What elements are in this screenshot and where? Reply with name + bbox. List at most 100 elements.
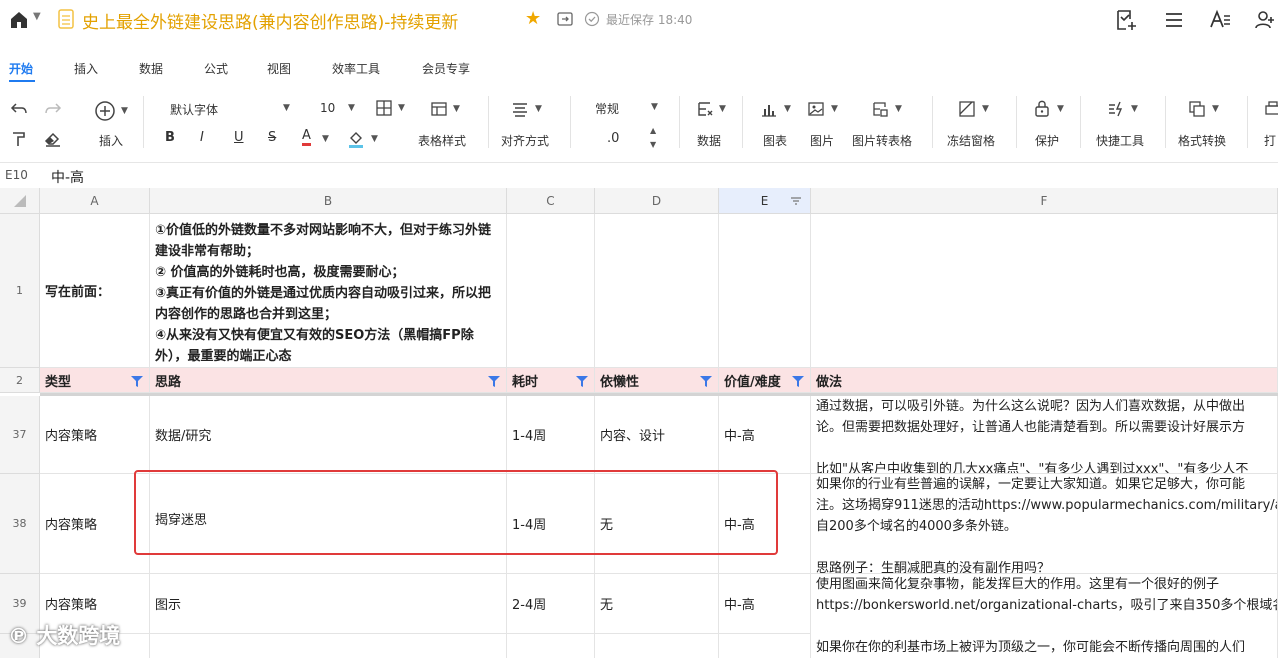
column-header-c[interactable]: C (507, 188, 595, 214)
star-icon[interactable]: ★ (525, 8, 541, 29)
cell-f39[interactable]: 使用图画来简化复杂事物，能发挥巨大的作用。这里有一个很好的例子 https://… (811, 574, 1278, 658)
row-header[interactable]: 2 (0, 368, 40, 393)
chart-caret-icon[interactable]: ▼ (784, 104, 791, 114)
chart-button[interactable]: 图表 (763, 132, 787, 149)
text-style-icon[interactable] (1208, 8, 1232, 32)
filter-icon[interactable] (131, 376, 143, 387)
strikethrough-button[interactable]: S (268, 130, 276, 145)
freeze-panes-button[interactable]: 冻结窗格 (947, 132, 995, 149)
column-header-b[interactable]: B (150, 188, 507, 214)
italic-button[interactable]: I (200, 130, 204, 145)
cell-d40[interactable] (595, 634, 719, 658)
image-to-table-icon[interactable] (871, 100, 889, 118)
clear-format-icon[interactable] (44, 130, 62, 148)
cell-e39[interactable]: 中-高 (719, 574, 811, 634)
format-convert-caret-icon[interactable]: ▼ (1212, 104, 1219, 114)
image-button[interactable]: 图片 (810, 132, 834, 149)
row-header[interactable]: 1 (0, 214, 40, 368)
insert-button[interactable]: 插入 (99, 132, 123, 149)
cell-c2[interactable]: 耗时 (507, 368, 595, 393)
column-header-f[interactable]: F (811, 188, 1278, 214)
formula-input[interactable]: 中-高 (51, 167, 84, 187)
print-icon[interactable] (1264, 100, 1278, 118)
cell-e2[interactable]: 价值/难度 (719, 368, 811, 393)
cell-d39[interactable]: 无 (595, 574, 719, 634)
table-style-caret-icon[interactable]: ▼ (453, 104, 460, 114)
cell-a2[interactable]: 类型 (40, 368, 150, 393)
home-menu-caret-icon[interactable]: ▼ (33, 11, 41, 22)
document-title[interactable]: 史上最全外链建设思路(兼内容创作思路)-持续更新 (82, 8, 458, 33)
freeze-caret-icon[interactable]: ▼ (982, 104, 989, 114)
filter-icon[interactable] (488, 376, 500, 387)
align-caret-icon[interactable]: ▼ (535, 104, 542, 114)
bold-button[interactable]: B (165, 130, 175, 145)
image-to-table-caret-icon[interactable]: ▼ (895, 104, 902, 114)
cell-a37[interactable]: 内容策略 (40, 396, 150, 474)
cell-a1[interactable]: 写在前面： (40, 214, 150, 368)
add-note-icon[interactable] (1114, 8, 1138, 32)
tab-insert[interactable]: 插入 (74, 60, 98, 77)
number-format-select[interactable]: 常规 (595, 100, 619, 117)
filter-icon[interactable] (792, 376, 804, 387)
border-icon[interactable] (375, 99, 393, 117)
quick-tools-icon[interactable] (1107, 100, 1125, 118)
cell-e1[interactable] (719, 214, 811, 368)
align-icon[interactable] (511, 100, 529, 118)
filter-icon[interactable] (700, 376, 712, 387)
filter-icon[interactable] (576, 376, 588, 387)
cell-b37[interactable]: 数据/研究 (150, 396, 507, 474)
cell-f2[interactable]: 做法 (811, 368, 1278, 393)
column-filter-icon[interactable] (790, 196, 802, 206)
quick-tools-caret-icon[interactable]: ▼ (1131, 104, 1138, 114)
image-to-table-button[interactable]: 图片转表格 (852, 132, 912, 149)
data-icon[interactable] (696, 100, 714, 118)
tab-efficiency[interactable]: 效率工具 (332, 60, 380, 77)
cell-f38[interactable]: 如果你的行业有些普遍的误解，一定要让大家知道。如果它足够大，你可能 注。这场揭穿… (811, 474, 1278, 574)
cell-c37[interactable]: 1-4周 (507, 396, 595, 474)
cell-e40[interactable] (719, 634, 811, 658)
tab-data[interactable]: 数据 (139, 60, 163, 77)
number-format-caret-icon[interactable]: ▼ (651, 102, 658, 112)
underline-button[interactable]: U (234, 130, 244, 145)
row-header[interactable]: 37 (0, 396, 40, 474)
font-family-caret-icon[interactable]: ▼ (283, 103, 290, 113)
cell-e37[interactable]: 中-高 (719, 396, 811, 474)
format-convert-button[interactable]: 格式转换 (1178, 132, 1226, 149)
tab-member[interactable]: 会员专享 (422, 60, 470, 77)
cell-c1[interactable] (507, 214, 595, 368)
redo-icon[interactable] (44, 100, 62, 118)
cell-b39[interactable]: 图示 (150, 574, 507, 634)
table-style-button[interactable]: 表格样式 (418, 132, 466, 149)
column-header-d[interactable]: D (595, 188, 719, 214)
move-to-folder-icon[interactable] (556, 10, 574, 28)
protect-caret-icon[interactable]: ▼ (1057, 104, 1064, 114)
cell-b40[interactable] (150, 634, 507, 658)
decimal-places-control[interactable]: .0 (607, 131, 619, 146)
insert-plus-icon[interactable] (94, 100, 116, 122)
protect-button[interactable]: 保护 (1035, 132, 1059, 149)
cell-d1[interactable] (595, 214, 719, 368)
chart-icon[interactable] (760, 100, 778, 118)
quick-tools-button[interactable]: 快捷工具 (1096, 132, 1144, 149)
fill-color-icon[interactable] (347, 130, 365, 148)
cell-f1[interactable] (811, 214, 1278, 368)
cell-b1[interactable]: ①价值低的外链数量不多对网站影响不大，但对于练习外链建设非常有帮助； ② 价值高… (150, 214, 507, 368)
table-style-icon[interactable] (430, 100, 448, 118)
image-icon[interactable] (807, 100, 825, 118)
freeze-panes-icon[interactable] (958, 100, 976, 118)
font-size-caret-icon[interactable]: ▼ (348, 103, 355, 113)
column-header-e[interactable]: E (719, 188, 811, 214)
font-family-select[interactable]: 默认字体 (170, 101, 218, 118)
tab-view[interactable]: 视图 (267, 60, 291, 77)
cell-c39[interactable]: 2-4周 (507, 574, 595, 634)
select-all-corner[interactable] (0, 188, 40, 214)
cell-f37[interactable]: 通过数据，可以吸引外链。为什么这么说呢？因为人们喜欢数据，从中做出 论。但需要把… (811, 396, 1278, 474)
lock-icon[interactable] (1033, 99, 1051, 117)
cell-reference[interactable]: E10 (5, 168, 28, 182)
home-icon[interactable] (8, 9, 30, 31)
increase-decimal-icon[interactable]: ▲ (650, 126, 656, 135)
tab-home[interactable]: 开始 (9, 60, 33, 77)
row-header[interactable]: 38 (0, 474, 40, 574)
format-painter-icon[interactable] (10, 130, 28, 148)
font-color-button[interactable]: A (302, 129, 311, 146)
